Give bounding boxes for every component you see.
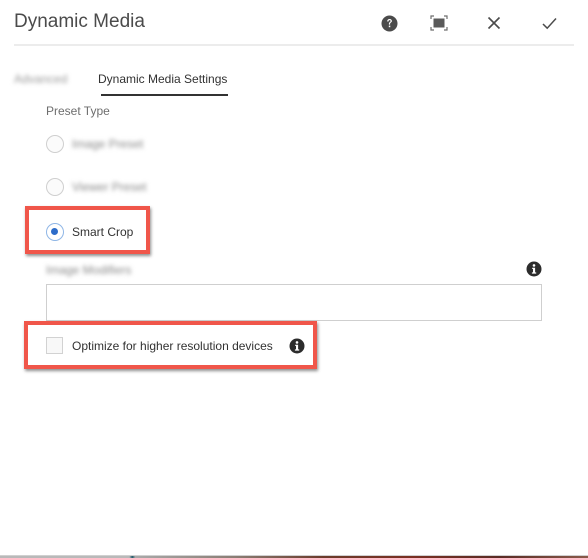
optimize-checkbox-row[interactable]: Optimize for higher resolution devices: [46, 337, 273, 354]
radio-smart-crop[interactable]: Smart Crop: [46, 223, 133, 241]
image-modifiers-label: Image Modifiers: [46, 263, 132, 277]
image-modifiers-input[interactable]: [46, 284, 542, 321]
radio-image-preset[interactable]: Image Preset: [46, 135, 143, 153]
dialog-header: Dynamic Media: [14, 0, 574, 46]
dialog-title: Dynamic Media: [14, 11, 145, 32]
help-icon: [381, 15, 398, 32]
optimize-checkbox[interactable]: [46, 337, 63, 354]
tab-advanced[interactable]: Advanced: [14, 72, 67, 86]
active-tab-indicator: [101, 94, 228, 96]
radio-button-selected[interactable]: [46, 223, 64, 241]
radio-viewer-preset[interactable]: Viewer Preset: [46, 178, 146, 196]
dynamic-media-dialog: Dynamic Media Advanced Dynamic Media Set…: [0, 0, 588, 556]
done-button[interactable]: [538, 12, 560, 34]
fullscreen-icon: [430, 15, 448, 31]
optimize-checkbox-label: Optimize for higher resolution devices: [72, 338, 273, 353]
checkmark-icon: [541, 17, 557, 30]
radio-label: Viewer Preset: [72, 180, 147, 194]
radio-label: Image Preset: [72, 137, 144, 151]
help-button[interactable]: [378, 12, 400, 34]
radio-button[interactable]: [46, 178, 64, 196]
info-icon[interactable]: [289, 338, 305, 354]
tab-dynamic-media-settings[interactable]: Dynamic Media Settings: [98, 72, 227, 86]
fullscreen-button[interactable]: [428, 12, 450, 34]
radio-button[interactable]: [46, 135, 64, 153]
tab-bar: Advanced Dynamic Media Settings: [14, 66, 574, 98]
close-icon: [487, 16, 501, 30]
info-icon[interactable]: [526, 261, 542, 277]
close-button[interactable]: [483, 12, 505, 34]
radio-label: Smart Crop: [72, 225, 134, 239]
preset-type-label: Preset Type: [46, 104, 110, 118]
